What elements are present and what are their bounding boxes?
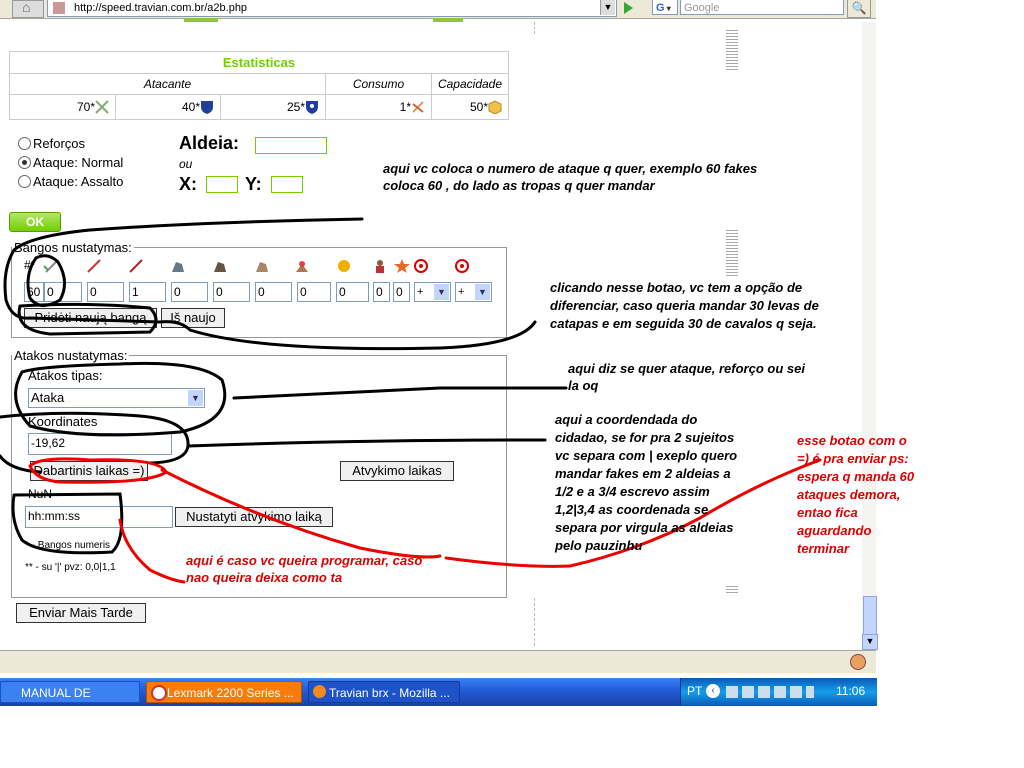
tray-icons[interactable] — [726, 686, 814, 698]
lexmark-icon — [151, 685, 167, 701]
browser-status-bar — [0, 650, 876, 673]
clock: 11:06 — [836, 684, 866, 698]
annotation-attack-type: aqui diz se quer ataque, reforço ou sei … — [568, 361, 805, 393]
annotation-send-button: esse botao com o =) é pra enviar ps: esp… — [797, 433, 915, 556]
annotation-schedule: aqui é caso vc queira programar, caso na… — [186, 553, 423, 585]
task-firefox-label: Travian brx - Mozilla ... — [329, 686, 450, 700]
task-lexmark-label: Lexmark 2200 Series ... — [167, 686, 294, 700]
marker-stroke-red-3 — [118, 518, 186, 584]
language-indicator[interactable]: PT — [687, 684, 702, 698]
marker-stroke-8 — [186, 438, 547, 448]
marker-stroke-9 — [11, 492, 124, 555]
marker-stroke-red-1 — [28, 457, 168, 484]
marker-stroke-2 — [26, 254, 66, 307]
marker-stroke-5 — [232, 386, 568, 400]
annotation-attack-count: aqui vc coloca o numero de ataque q quer… — [383, 161, 758, 193]
marker-annotations — [0, 217, 822, 584]
task-lexmark[interactable]: Lexmark 2200 Series ... — [146, 681, 302, 703]
task-firefox[interactable]: Travian brx - Mozilla ... — [308, 681, 460, 703]
marker-stroke-4 — [14, 361, 227, 437]
annotation-coordinates: aqui a coordendada do cidadao, se for pr… — [555, 412, 738, 553]
firefox-icon — [313, 685, 326, 698]
annotation-add-wave: clicando nesse botao, vc tem a opção de … — [550, 280, 819, 331]
marker-stroke-6 — [0, 411, 190, 465]
task-manual[interactable]: MANUAL DE INSTALA... — [0, 681, 140, 722]
tray-expand-icon[interactable]: ‹ — [706, 684, 720, 698]
marker-stroke-red-2 — [160, 468, 442, 559]
status-icon[interactable] — [850, 654, 866, 670]
marker-stroke-1 — [3, 217, 537, 351]
